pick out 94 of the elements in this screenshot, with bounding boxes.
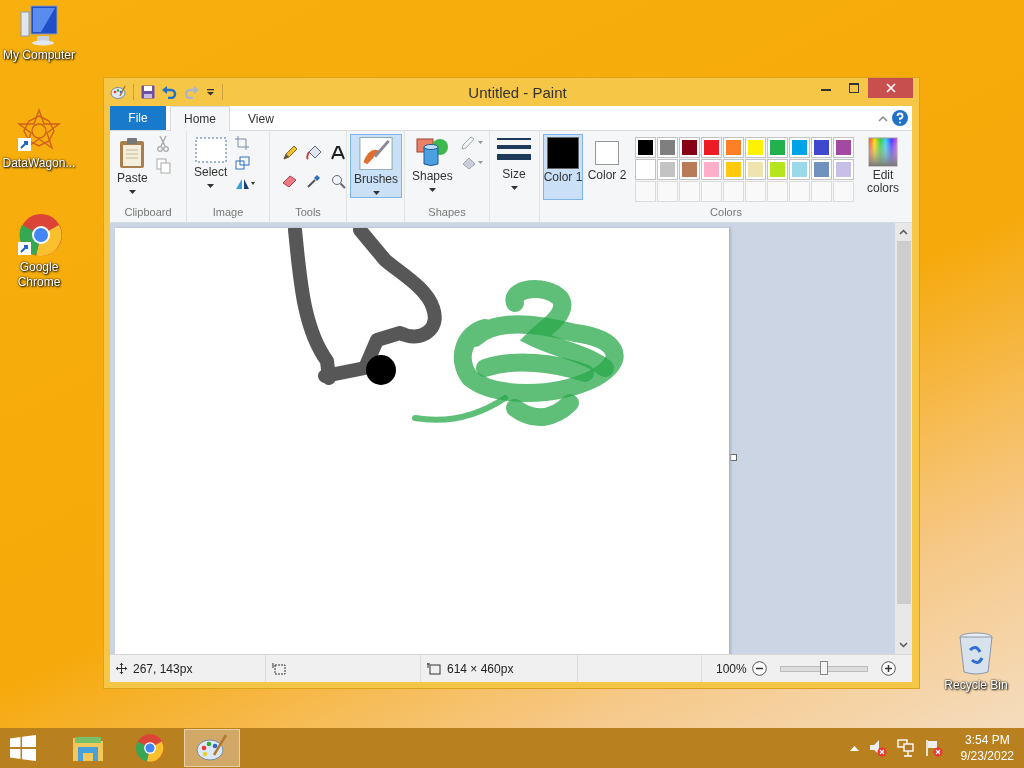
- shapes-icon: [415, 137, 450, 167]
- collapse-ribbon-icon[interactable]: [878, 114, 888, 122]
- ribbon-tab[interactable]: View: [234, 106, 288, 130]
- vertical-scrollbar[interactable]: [895, 223, 912, 654]
- color-swatch[interactable]: [811, 137, 832, 158]
- cursor-position-icon: [116, 663, 127, 674]
- color-swatch[interactable]: [767, 159, 788, 180]
- copy-icon[interactable]: [155, 158, 171, 174]
- show-hidden-icons-icon[interactable]: [849, 745, 859, 751]
- color-swatch[interactable]: [789, 159, 810, 180]
- chrome-icon[interactable]: [16, 212, 62, 258]
- window-title: Untitled - Paint: [467, 83, 568, 101]
- magnifier-icon[interactable]: [330, 173, 346, 189]
- start-button-icon[interactable]: [10, 735, 36, 761]
- taskbar-app-button[interactable]: [184, 729, 240, 767]
- select-button[interactable]: Select: [190, 134, 232, 198]
- star-shortcut-icon[interactable]: [16, 108, 62, 154]
- clipboard-icon: [118, 137, 147, 169]
- color-swatch[interactable]: [657, 137, 678, 158]
- help-icon[interactable]: [892, 110, 908, 126]
- fill-icon[interactable]: [460, 156, 483, 170]
- folder-icon: [72, 734, 104, 762]
- palette-icon: [196, 733, 228, 763]
- caret-icon: [510, 186, 518, 190]
- computer-icon[interactable]: [17, 4, 61, 46]
- fill-bucket-icon[interactable]: [306, 145, 322, 161]
- canvas-size: 614 × 460px: [447, 661, 514, 676]
- color-swatch[interactable]: [679, 137, 700, 158]
- maximize-icon: [849, 83, 859, 93]
- undo-icon[interactable]: [162, 85, 177, 99]
- color-swatch[interactable]: [723, 137, 744, 158]
- crop-icon[interactable]: [235, 136, 250, 150]
- color-swatch[interactable]: [701, 159, 722, 180]
- zoom-in-icon[interactable]: [880, 661, 896, 676]
- group-label: Shapes: [427, 205, 467, 220]
- color-swatch[interactable]: [811, 159, 832, 180]
- color-swatch[interactable]: [635, 159, 656, 180]
- cut-icon[interactable]: [155, 136, 170, 152]
- cursor-position: 267, 143px: [133, 661, 193, 676]
- color-swatch[interactable]: [657, 159, 678, 180]
- drawing-canvas[interactable]: [115, 228, 729, 654]
- selection-size-icon: [272, 662, 286, 675]
- scroll-down-icon[interactable]: [899, 642, 908, 648]
- outline-icon[interactable]: [460, 136, 483, 150]
- zoom-slider-thumb[interactable]: [819, 660, 828, 675]
- color-swatch[interactable]: [833, 159, 854, 180]
- resize-icon[interactable]: [235, 156, 251, 170]
- scroll-up-icon[interactable]: [899, 229, 908, 235]
- caret-icon: [428, 188, 436, 192]
- selection-rectangle-icon: [194, 137, 227, 163]
- flag-icon[interactable]: [924, 739, 943, 757]
- save-icon[interactable]: [141, 85, 155, 99]
- recycle-bin-icon[interactable]: [958, 632, 994, 676]
- color-selector[interactable]: Color 1: [543, 134, 583, 200]
- ribbon-tab[interactable]: Home: [170, 106, 230, 131]
- color-swatch[interactable]: [789, 137, 810, 158]
- group-label: Colors: [709, 205, 743, 220]
- resize-handle[interactable]: [730, 454, 737, 461]
- size-button[interactable]: Size: [493, 134, 535, 198]
- shapes-button[interactable]: Shapes: [408, 134, 457, 198]
- palette-icon[interactable]: [110, 84, 126, 100]
- color-swatch[interactable]: [679, 159, 700, 180]
- color-selector[interactable]: Color 2: [587, 134, 627, 200]
- canvas-size-icon: [427, 662, 441, 675]
- customize-caret-icon[interactable]: [206, 88, 215, 96]
- color-swatch[interactable]: [833, 137, 854, 158]
- edit-colors-button[interactable]: Edit colors: [862, 134, 904, 200]
- zoom-out-icon[interactable]: [751, 661, 767, 676]
- color-swatch[interactable]: [635, 137, 656, 158]
- color-picker-icon[interactable]: [306, 173, 322, 189]
- color-swatch[interactable]: [701, 137, 722, 158]
- speaker-muted-icon[interactable]: [868, 739, 887, 757]
- brushes-button[interactable]: Brushes: [350, 134, 403, 198]
- zoom-level: 100%: [716, 661, 747, 676]
- color-swatch[interactable]: [745, 159, 766, 180]
- color-spectrum-icon: [868, 137, 898, 167]
- group-label: Image: [211, 205, 245, 220]
- network-icon[interactable]: [896, 739, 915, 757]
- caret-icon: [372, 191, 380, 195]
- caret-icon: [207, 184, 215, 188]
- close-icon: [885, 83, 896, 93]
- color-swatch[interactable]: [723, 159, 744, 180]
- chrome-icon: [135, 733, 165, 763]
- brush-icon: [359, 137, 393, 171]
- eraser-icon[interactable]: [282, 174, 298, 188]
- ribbon-tab[interactable]: File: [110, 106, 166, 130]
- group-label: Clipboard: [123, 205, 173, 220]
- group-label: Tools: [294, 205, 322, 220]
- text-tool-icon[interactable]: [331, 146, 345, 160]
- pencil-icon[interactable]: [282, 145, 298, 161]
- color-swatch[interactable]: [767, 137, 788, 158]
- color-swatch[interactable]: [745, 137, 766, 158]
- caret-icon: [128, 190, 136, 194]
- paste-button[interactable]: Paste: [113, 134, 152, 198]
